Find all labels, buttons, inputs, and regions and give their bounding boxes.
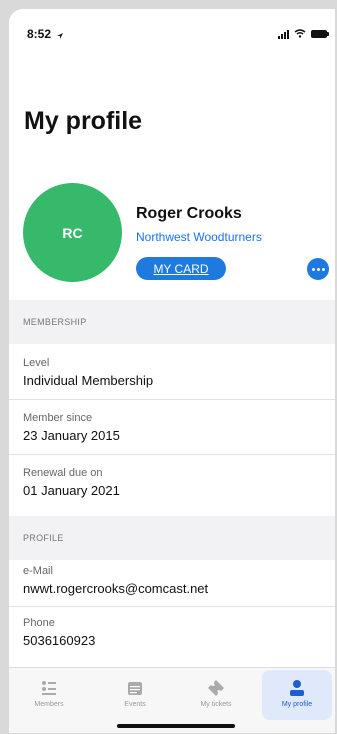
status-bar: 8:52 <box>9 9 335 51</box>
tab-my-profile[interactable]: My profile <box>262 670 332 720</box>
tab-events[interactable]: Events <box>100 670 170 720</box>
member-since-value: 23 January 2015 <box>23 428 120 443</box>
level-label: Level <box>23 357 50 369</box>
avatar: RC <box>23 183 122 282</box>
divider <box>9 399 335 400</box>
wifi-icon <box>294 25 306 43</box>
tab-members-label: Members <box>34 701 64 708</box>
page-title: My profile <box>24 107 143 135</box>
member-since-label: Member since <box>23 412 93 424</box>
membership-section-header: MEMBERSHIP <box>9 300 335 344</box>
tab-my-profile-label: My profile <box>281 701 313 708</box>
phone-value[interactable]: 5036160923 <box>23 633 95 648</box>
user-name: Roger Crooks <box>136 205 242 222</box>
organization-link[interactable]: Northwest Woodturners <box>136 230 262 244</box>
email-label: e-Mail <box>23 565 53 577</box>
tab-my-tickets[interactable]: My tickets <box>181 670 251 720</box>
status-icons <box>278 29 329 39</box>
profile-section-header: PROFILE <box>9 516 335 560</box>
status-time: 8:52 <box>27 27 52 41</box>
tab-my-tickets-label: My tickets <box>200 701 232 708</box>
battery-icon <box>311 30 329 38</box>
calendar-icon <box>127 678 143 698</box>
tab-members[interactable]: Members <box>14 670 84 720</box>
more-dots-icon <box>311 267 315 271</box>
members-list-icon <box>41 678 57 698</box>
divider <box>9 606 335 607</box>
email-value[interactable]: nwwt.rogercrooks@comcast.net <box>23 581 208 596</box>
level-value: Individual Membership <box>23 373 154 388</box>
tab-events-label: Events <box>124 701 146 708</box>
avatar-initials: RC <box>62 224 83 241</box>
more-options-button[interactable] <box>307 258 329 280</box>
renewal-label: Renewal due on <box>23 467 103 479</box>
divider <box>9 454 335 455</box>
app-screen: 8:52 My profile RC Roger Crooks Northwes… <box>9 9 335 733</box>
ticket-icon <box>207 678 225 698</box>
renewal-value: 01 January 2021 <box>23 483 120 498</box>
location-arrow-icon <box>56 27 64 45</box>
signal-icon <box>278 29 289 39</box>
home-indicator <box>117 724 235 728</box>
my-card-button[interactable]: MY CARD <box>136 257 226 280</box>
person-icon <box>289 678 305 698</box>
phone-label: Phone <box>23 617 55 629</box>
